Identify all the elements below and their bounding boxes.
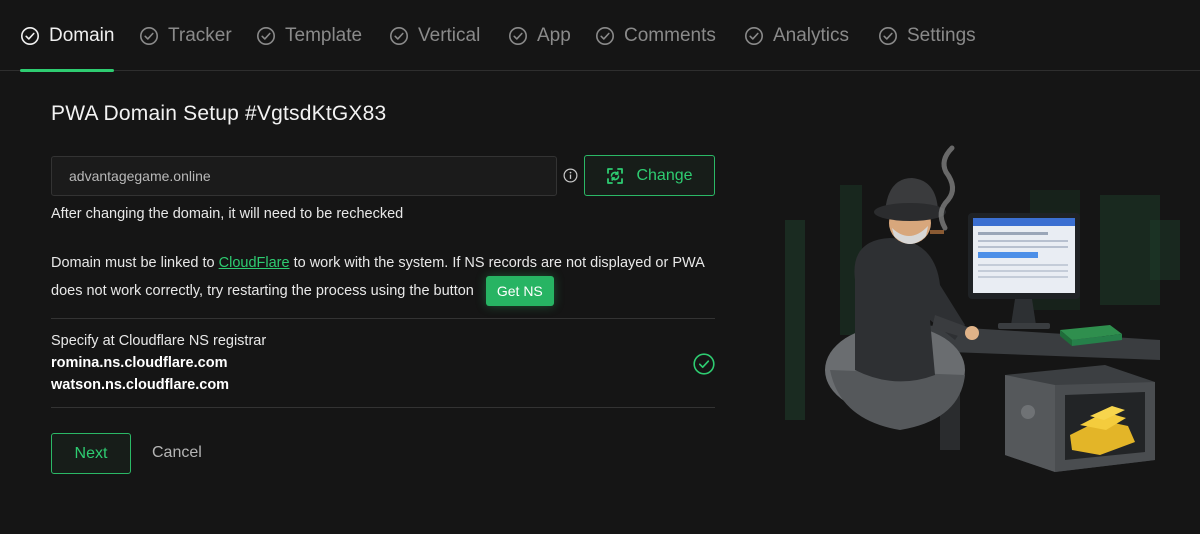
domain-input[interactable] xyxy=(51,156,557,196)
tab-label: Settings xyxy=(907,24,976,46)
check-circle-icon xyxy=(745,26,763,45)
cloudflare-link[interactable]: CloudFlare xyxy=(219,255,290,271)
check-circle-icon xyxy=(596,26,614,45)
hacker-illustration xyxy=(785,145,1180,472)
tab-label: Template xyxy=(285,24,363,46)
change-domain-button[interactable]: Change xyxy=(584,155,715,196)
check-circle-icon xyxy=(390,26,408,45)
tab-label: Vertical xyxy=(418,24,481,46)
divider xyxy=(51,318,715,319)
tab-label: Tracker xyxy=(168,24,232,46)
check-circle-icon xyxy=(140,26,158,45)
next-button[interactable]: Next xyxy=(51,433,131,474)
page-title: PWA Domain Setup #VgtsdKtGX83 xyxy=(51,102,387,125)
tab-label: Comments xyxy=(624,24,716,46)
swap-icon xyxy=(607,167,624,184)
tab-tracker[interactable]: Tracker xyxy=(139,0,232,71)
ns-registrar-label: Specify at Cloudflare NS registrar xyxy=(51,333,267,349)
tab-label: Domain xyxy=(49,24,115,46)
check-circle-icon xyxy=(693,353,715,375)
tab-label: Analytics xyxy=(773,24,850,46)
check-circle-icon xyxy=(21,26,39,45)
change-label: Change xyxy=(636,166,693,184)
tab-vertical[interactable]: Vertical xyxy=(389,0,480,71)
get-ns-button[interactable]: Get NS xyxy=(485,276,554,306)
tab-settings[interactable]: Settings xyxy=(878,0,976,71)
nameserver-1: romina.ns.cloudflare.com xyxy=(51,355,228,371)
tab-label: App xyxy=(537,24,571,46)
tab-comments[interactable]: Comments xyxy=(595,0,716,71)
cancel-button[interactable]: Cancel xyxy=(152,444,202,462)
cloudflare-instructions: Domain must be linked to CloudFlare to w… xyxy=(51,250,721,306)
check-circle-icon xyxy=(879,26,897,45)
recheck-hint: After changing the domain, it will need … xyxy=(51,206,404,222)
tab-template[interactable]: Template xyxy=(256,0,362,71)
divider xyxy=(51,407,715,408)
nameserver-2: watson.ns.cloudflare.com xyxy=(51,377,230,393)
check-circle-icon xyxy=(509,26,527,45)
info-icon[interactable] xyxy=(563,168,578,183)
instructions-text: Domain must be linked to xyxy=(51,255,219,271)
tab-bar: Domain Tracker Template Vertical App Com… xyxy=(0,0,1200,72)
tab-app[interactable]: App xyxy=(508,0,571,71)
check-circle-icon xyxy=(257,26,275,45)
tab-domain[interactable]: Domain xyxy=(20,0,115,72)
tab-analytics[interactable]: Analytics xyxy=(744,0,849,71)
